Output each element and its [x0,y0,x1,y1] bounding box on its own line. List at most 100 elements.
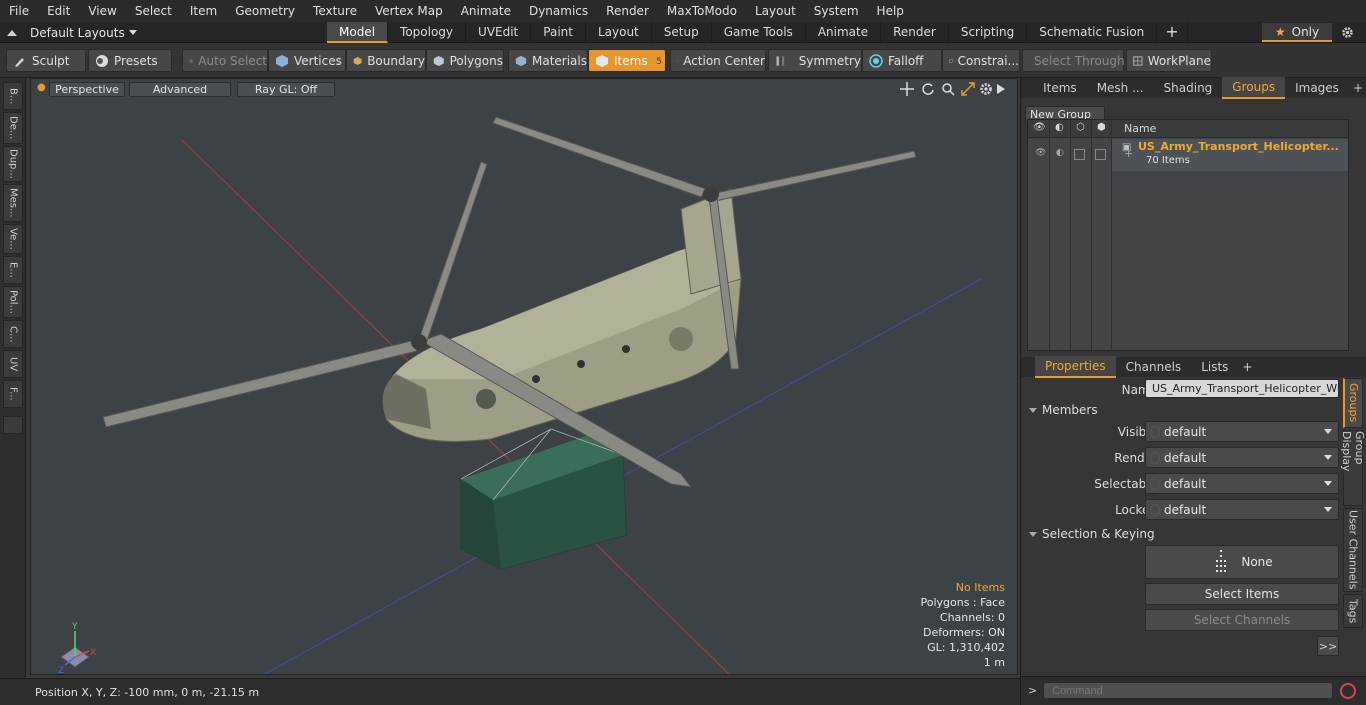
menu-texture[interactable]: Texture [304,0,366,22]
tab-uvedit[interactable]: UVEdit [466,22,532,43]
left-tab-curve[interactable]: C... [3,320,23,348]
side-tab-tags[interactable]: Tags [1343,594,1363,628]
materials-button[interactable]: Materials [508,49,588,72]
menu-animate[interactable]: Animate [452,0,520,22]
action-center-button[interactable]: Action Center [670,49,766,72]
menu-vertex-map[interactable]: Vertex Map [366,0,452,22]
more-button[interactable]: >> [1317,636,1339,656]
visible-dropdown[interactable]: default [1145,421,1339,442]
render-dropdown[interactable]: default [1145,447,1339,468]
auto-select-button[interactable]: Auto Select [182,49,268,72]
select-channels-button[interactable]: Select Channels [1145,609,1339,631]
left-tab-deform[interactable]: De... [3,112,23,144]
menu-item[interactable]: Item [181,0,226,22]
left-tab-extra[interactable] [3,416,23,434]
expand-plus-icon[interactable]: + [1124,147,1133,160]
rotate-view-icon[interactable] [921,82,935,96]
advanced-button[interactable]: Advanced [129,82,231,97]
command-input[interactable] [1043,682,1333,699]
viewport-dot-icon[interactable]: ● [37,82,46,93]
render-icon[interactable]: ◐ [1055,122,1064,133]
tab-render[interactable]: Render [881,22,949,43]
menu-edit[interactable]: Edit [38,0,79,22]
add-tab-button[interactable]: + [1157,22,1188,43]
zoom-view-icon[interactable] [941,82,955,96]
menu-render[interactable]: Render [597,0,658,22]
only-button[interactable]: ★ Only [1262,23,1332,42]
tab-paint[interactable]: Paint [531,22,586,43]
sculpt-button[interactable]: Sculpt [6,49,86,72]
menu-system[interactable]: System [805,0,868,22]
collapse-arrow-icon[interactable] [6,27,18,39]
left-tab-mesh[interactable]: Mes... [3,184,23,222]
perspective-button[interactable]: Perspective [49,82,125,97]
tab-setup[interactable]: Setup [652,22,712,43]
menu-dynamics[interactable]: Dynamics [520,0,597,22]
side-tab-group-display[interactable]: Group Display [1340,430,1366,506]
gear-icon[interactable] [1341,26,1354,39]
boundary-button[interactable]: Boundary [346,49,426,72]
left-tab-vertex[interactable]: Ve... [3,224,23,254]
menu-file[interactable]: File [0,0,38,22]
left-tab-polygon[interactable]: Pol... [3,286,23,318]
tab-images[interactable]: Images [1285,78,1349,98]
select-items-button[interactable]: Select Items [1145,583,1339,605]
add-prop-tab-button[interactable]: + [1238,357,1256,377]
symmetry-button[interactable]: Symmetry [768,49,862,72]
raygl-button[interactable]: Ray GL: Off [237,82,335,97]
row-eye-icon[interactable]: 👁 [1035,148,1046,158]
menu-geometry[interactable]: Geometry [226,0,304,22]
add-panel-tab-button[interactable]: + [1349,78,1366,98]
left-tab-edge[interactable]: E... [3,256,23,284]
left-tab-duplicate[interactable]: Dup... [3,146,23,182]
selection-keying-section[interactable]: Selection & Keying [1029,527,1155,541]
tab-scripting[interactable]: Scripting [949,22,1028,43]
tab-topology[interactable]: Topology [388,22,467,43]
group-row[interactable]: ▣ US_Army_Transport_Helicopter... 70 Ite… [1112,139,1348,171]
vertices-button[interactable]: Vertices 1 [268,49,346,72]
move-view-icon[interactable] [900,82,914,96]
layouts-selector[interactable]: Default Layouts [6,22,137,43]
3d-viewport[interactable]: Y X Z ● Perspective Advanced Ray GL: Off… [30,78,1018,675]
play-arrow-icon[interactable] [997,84,1005,94]
tab-mesh[interactable]: Mesh ... [1087,78,1154,98]
tab-layout[interactable]: Layout [586,22,652,43]
select-through-button[interactable]: Select Through [1022,49,1125,72]
left-tab-uv[interactable]: UV [3,350,23,378]
selectable-dropdown[interactable]: default [1145,473,1339,494]
members-section[interactable]: Members [1029,403,1098,417]
menu-maxtomodo[interactable]: MaxToModo [658,0,746,22]
tab-schematic-fusion[interactable]: Schematic Fusion [1027,22,1158,43]
tab-items[interactable]: Items [1033,78,1087,98]
tab-game-tools[interactable]: Game Tools [712,22,806,43]
menu-view[interactable]: View [79,0,125,22]
select-icon[interactable]: ⬡ [1076,122,1085,133]
maximize-view-icon[interactable] [961,82,975,96]
menu-help[interactable]: Help [868,0,913,22]
side-tab-groups[interactable]: Groups [1343,378,1363,428]
locked-dropdown[interactable]: default [1145,499,1339,520]
name-column-header[interactable]: Name [1124,122,1156,135]
menu-layout[interactable]: Layout [746,0,805,22]
polygons-button[interactable]: Polygons [426,49,504,72]
presets-button[interactable]: Presets [88,49,172,72]
tab-lists[interactable]: Lists [1191,357,1238,377]
viewport-gear-icon[interactable] [979,82,993,96]
items-button[interactable]: Items 5 [588,49,666,72]
lock-icon[interactable]: ⬢ [1097,122,1106,133]
workplane-button[interactable]: WorkPlane [1126,49,1212,72]
menu-select[interactable]: Select [126,0,181,22]
row-select-checkbox[interactable] [1074,149,1085,160]
viewport-scene[interactable]: Y X Z [31,79,1018,675]
row-lock-checkbox[interactable] [1095,149,1106,160]
constraints-button[interactable]: Constrai... [942,49,1020,72]
tab-shading[interactable]: Shading [1154,78,1223,98]
keying-none-button[interactable]: None [1145,545,1339,579]
tab-model[interactable]: Model [327,22,389,43]
tab-channels[interactable]: Channels [1116,357,1192,377]
tab-groups[interactable]: Groups [1222,77,1286,99]
side-tab-user-channels[interactable]: User Channels [1343,508,1363,592]
row-render-icon[interactable]: ◐ [1056,148,1064,158]
left-tab-basic[interactable]: B... [3,82,23,110]
name-input[interactable]: US_Army_Transport_Helicopter_With_ [1145,379,1339,398]
